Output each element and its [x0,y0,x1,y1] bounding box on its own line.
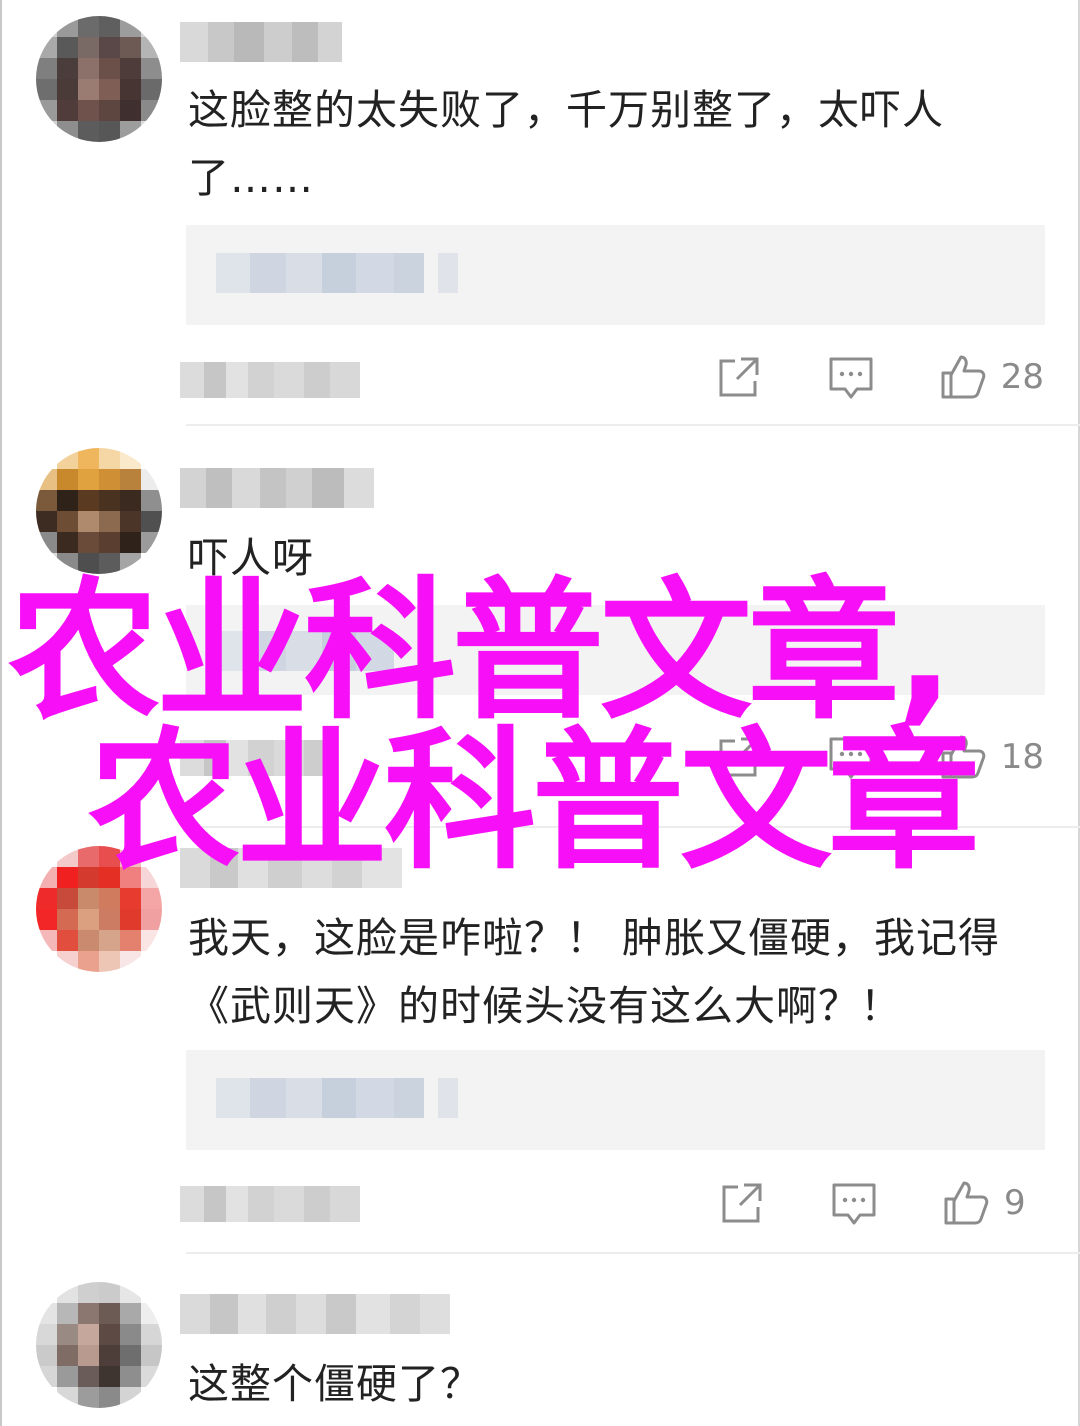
comment-text-line: 吓人呀 [188,534,314,582]
comment-text-line: 这脸整的太失败了，千万别整了，太吓人 [188,86,944,134]
reply-preview-blurred [216,631,394,671]
reply-preview[interactable] [186,225,1045,325]
share-icon[interactable] [718,1179,766,1227]
reply-preview-blurred [216,253,458,293]
comment-text-line: 了…… [188,154,314,202]
thumbs-up-icon[interactable] [939,353,987,401]
reply-preview[interactable] [186,605,1045,695]
reply-preview[interactable] [186,1050,1045,1150]
comment-item-1: 这脸整的太失败了，千万别整了，太吓人 了…… 28 [0,0,1080,430]
avatar[interactable] [36,448,162,574]
like-count: 28 [1000,357,1044,397]
avatar[interactable] [36,846,162,972]
comment-text-line: 我天，这脸是咋啦？！ 肿胀又僵硬，我记得 [188,914,1001,962]
like-count: 9 [1004,1183,1026,1223]
comment-item-2: 吓人呀 18 [0,430,1080,840]
username-blurred[interactable] [180,848,402,888]
comment-text: 这整个僵硬了？ [188,1350,1058,1418]
comment-text-line: 这整个僵硬了？ [188,1360,482,1408]
comment-icon[interactable] [827,733,875,781]
comment-icon[interactable] [827,353,875,401]
avatar[interactable] [36,1282,162,1408]
comment-icon[interactable] [830,1179,878,1227]
comment-item-3: 我天，这脸是咋啦？！ 肿胀又僵硬，我记得 《武则天》的时候头没有这么大啊？！ 9 [0,840,1080,1260]
comment-actions: 9 [654,1178,1044,1228]
thumbs-up-icon[interactable] [939,733,987,781]
thumbs-up-icon[interactable] [942,1179,990,1227]
username-blurred[interactable] [180,1294,450,1334]
timestamp-blurred [180,1186,360,1222]
share-icon[interactable] [715,733,763,781]
comment-text-line: 《武则天》的时候头没有这么大啊？！ [188,982,902,1030]
share-icon[interactable] [715,353,763,401]
divider [186,424,1080,426]
comment-text: 吓人呀 [188,524,1058,592]
divider [186,1252,1080,1254]
reply-preview-blurred [216,1078,458,1118]
timestamp-blurred [180,740,330,776]
divider [186,826,1080,828]
like-count: 18 [1000,737,1044,777]
username-blurred[interactable] [180,468,374,508]
comment-item-4: 这整个僵硬了？ [0,1260,1080,1426]
avatar[interactable] [36,16,162,142]
comment-actions: 18 [651,732,1044,782]
comment-text: 我天，这脸是咋啦？！ 肿胀又僵硬，我记得 《武则天》的时候头没有这么大啊？！ [188,904,1058,1040]
timestamp-blurred [180,362,360,398]
username-blurred[interactable] [180,22,342,62]
comment-actions: 28 [651,352,1044,402]
comment-text: 这脸整的太失败了，千万别整了，太吓人 了…… [188,76,1058,212]
